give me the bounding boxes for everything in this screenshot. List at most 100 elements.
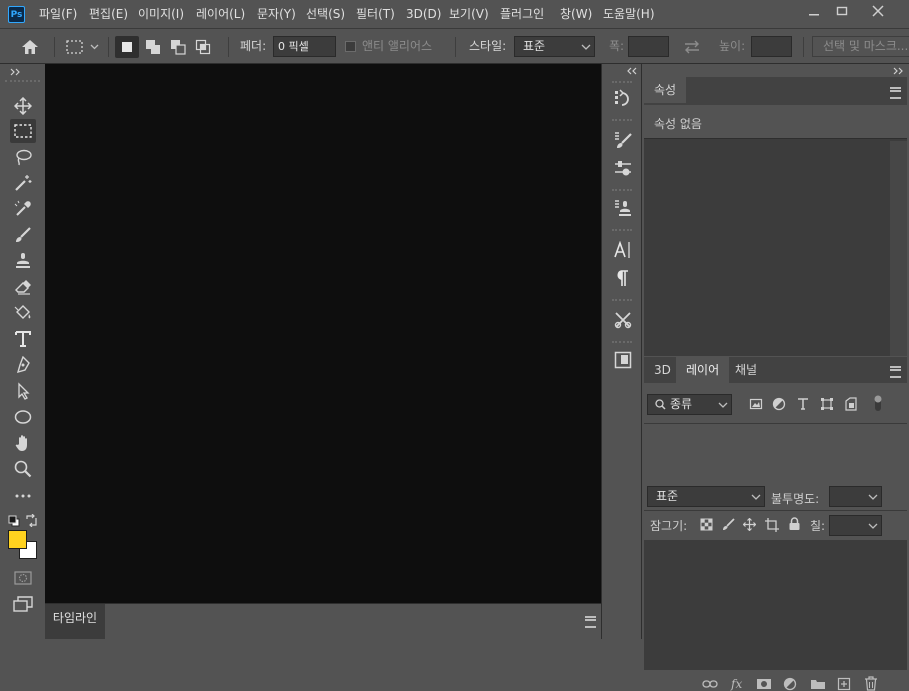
document-canvas[interactable] <box>45 64 601 603</box>
close-button[interactable] <box>864 3 892 19</box>
intersect-selection-button[interactable] <box>192 36 214 58</box>
ellipse-tool[interactable] <box>10 405 36 429</box>
tab-properties[interactable]: 속성 <box>644 77 687 103</box>
menu-3d[interactable]: 3D(D) <box>406 0 441 29</box>
menu-select[interactable]: 선택(S) <box>306 0 345 29</box>
menu-type[interactable]: 문자(Y) <box>257 0 296 29</box>
lock-artboard-button[interactable] <box>765 518 779 532</box>
hand-tool[interactable] <box>10 431 36 455</box>
toggle-icon <box>874 395 882 411</box>
select-and-mask-button[interactable]: 선택 및 마스크... <box>812 36 909 57</box>
menu-file[interactable]: 파일(F) <box>39 0 77 29</box>
chevron-down-icon <box>868 523 878 529</box>
tool-preset-picker[interactable] <box>64 37 104 57</box>
adjustments-panel-button[interactable] <box>612 157 634 179</box>
feather-input[interactable]: 0 픽셀 <box>273 36 336 57</box>
default-colors-button[interactable] <box>8 515 20 527</box>
properties-panel: 속성 없음 <box>644 105 907 356</box>
magic-wand-tool[interactable] <box>10 171 36 195</box>
minimize-button[interactable] <box>800 3 828 19</box>
menu-window[interactable]: 창(W) <box>560 0 592 29</box>
add-selection-button[interactable] <box>142 36 164 58</box>
style-select[interactable]: 표준 <box>514 36 595 57</box>
brush-icon <box>16 227 31 242</box>
layers-panel-menu[interactable] <box>890 366 901 378</box>
delete-layer-button[interactable] <box>864 676 878 691</box>
lock-image-pixels-button[interactable] <box>722 518 735 531</box>
quick-mask-button[interactable] <box>10 566 36 590</box>
filter-type-button[interactable] <box>796 397 810 411</box>
edit-toolbar-button[interactable] <box>10 484 36 508</box>
rect-marquee-tool[interactable] <box>10 119 36 143</box>
opacity-input[interactable] <box>829 486 882 507</box>
new-selection-button[interactable] <box>115 36 139 58</box>
filter-toggle-switch[interactable] <box>873 393 883 413</box>
double-chevron-right-icon <box>893 67 903 75</box>
history-panel-button[interactable] <box>612 87 634 109</box>
menu-help[interactable]: 도움말(H) <box>603 0 655 29</box>
expand-toolbar-button[interactable] <box>10 68 22 76</box>
path-selection-tool[interactable] <box>10 379 36 403</box>
filter-adjustment-button[interactable] <box>772 397 786 411</box>
tab-layers[interactable]: 레이어 <box>676 357 730 383</box>
lock-transparent-pixels-button[interactable] <box>700 518 713 531</box>
swap-dimensions-button[interactable] <box>682 39 702 55</box>
expand-dock-button[interactable] <box>893 67 905 75</box>
lasso-icon <box>16 149 32 166</box>
menu-filter[interactable]: 필터(T) <box>356 0 395 29</box>
add-layer-style-button[interactable]: fx <box>730 677 746 691</box>
filter-pixel-button[interactable] <box>749 397 763 411</box>
timeline-panel-menu[interactable] <box>585 616 596 628</box>
add-mask-button[interactable] <box>756 678 772 690</box>
zoom-tool[interactable] <box>10 457 36 481</box>
character-panel-button[interactable] <box>612 239 634 261</box>
foreground-color-swatch[interactable] <box>8 530 27 549</box>
tool-presets-panel-button[interactable] <box>612 309 634 331</box>
home-button[interactable] <box>20 38 44 56</box>
filter-shape-button[interactable] <box>820 397 834 411</box>
tab-timeline[interactable]: 타임라인 <box>45 604 105 639</box>
collapse-dock-button[interactable] <box>626 67 638 75</box>
paint-bucket-tool[interactable] <box>10 301 36 325</box>
height-input[interactable] <box>751 36 792 57</box>
rect-marquee-preset-icon <box>66 40 99 54</box>
brush-tool[interactable] <box>10 223 36 247</box>
collapsed-panel-dock <box>601 64 642 639</box>
paragraph-panel-button[interactable] <box>612 267 634 289</box>
clone-stamp-tool[interactable] <box>10 249 36 273</box>
pen-tool[interactable] <box>10 353 36 377</box>
tab-channels[interactable]: 채널 <box>725 357 767 383</box>
width-input[interactable] <box>628 36 669 57</box>
new-fill-adjustment-button[interactable] <box>783 677 797 691</box>
fill-input[interactable] <box>829 515 882 536</box>
properties-panel-menu[interactable] <box>890 87 901 99</box>
antialias-checkbox[interactable] <box>345 41 356 52</box>
layer-filter-kind-select[interactable]: 종류 <box>647 394 732 415</box>
clone-source-panel-button[interactable] <box>612 197 634 219</box>
move-tool[interactable] <box>10 94 36 118</box>
menu-edit[interactable]: 편집(E) <box>89 0 128 29</box>
screen-mode-button[interactable] <box>10 592 36 616</box>
new-group-button[interactable] <box>810 678 826 690</box>
glyphs-panel-button[interactable] <box>612 349 634 371</box>
lock-all-button[interactable] <box>788 517 801 531</box>
link-layers-button[interactable] <box>702 678 718 690</box>
brush-settings-panel-button[interactable] <box>612 129 634 151</box>
menu-plugins[interactable]: 플러그인 <box>500 0 544 29</box>
menu-image[interactable]: 이미지(I) <box>138 0 184 29</box>
menu-layer[interactable]: 레이어(L) <box>196 0 245 29</box>
restore-button[interactable] <box>828 3 856 19</box>
eraser-tool[interactable] <box>10 275 36 299</box>
properties-scrollbar[interactable] <box>890 141 907 356</box>
eyedropper-tool[interactable] <box>10 197 36 221</box>
type-tool[interactable] <box>10 327 36 351</box>
lasso-tool[interactable] <box>10 145 36 169</box>
blend-mode-select[interactable]: 표준 <box>647 486 765 507</box>
lock-position-button[interactable] <box>743 518 756 531</box>
double-chevron-left-icon <box>627 67 637 75</box>
filter-smart-object-button[interactable] <box>844 397 858 411</box>
swap-colors-button[interactable] <box>25 514 38 527</box>
new-layer-button[interactable] <box>837 677 851 691</box>
menu-view[interactable]: 보기(V) <box>449 0 489 29</box>
subtract-selection-button[interactable] <box>167 36 189 58</box>
